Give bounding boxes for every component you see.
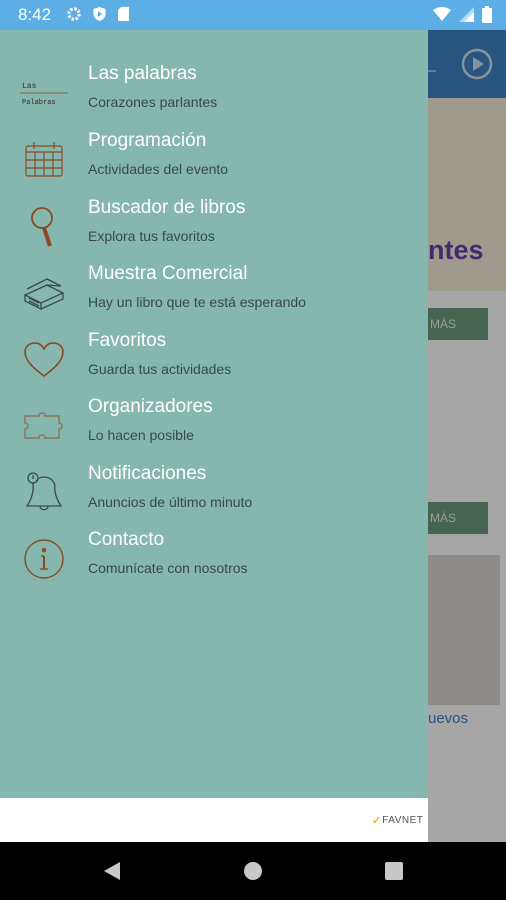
calendar-icon: [18, 134, 70, 186]
puzzle-icon: [18, 400, 70, 452]
info-icon: [18, 533, 70, 585]
logo-line-2: Palabras: [22, 99, 56, 107]
menu-item-buscador-de-libros[interactable]: Buscador de libros Explora tus favoritos: [0, 197, 428, 261]
menu-item-subtitle: Corazones parlantes: [88, 94, 218, 110]
status-bar: 8:42: [0, 0, 506, 30]
logo-check-icon: ✓: [372, 815, 382, 827]
menu-item-title: Las palabras: [88, 63, 197, 84]
logo-line-1: Las: [22, 82, 37, 91]
menu-item-subtitle: Hay un libro que te está esperando: [88, 294, 306, 310]
developer-logo: ✓ FAVNET: [372, 814, 423, 827]
menu-item-las-palabras[interactable]: Las Palabras Las palabras Corazones parl…: [0, 63, 428, 127]
navigation-drawer: Las Palabras Las palabras Corazones parl…: [0, 30, 428, 842]
battery-icon: [482, 6, 492, 28]
menu-item-contacto[interactable]: Contacto Comunícate con nosotros: [0, 529, 428, 593]
shield-icon: [92, 6, 107, 27]
menu-item-subtitle: Actividades del evento: [88, 161, 229, 177]
gear-icon: [66, 6, 82, 27]
bell-icon: [18, 467, 70, 519]
menu-item-title: Organizadores: [88, 396, 213, 417]
menu-item-title: Muestra Comercial: [88, 263, 248, 284]
heart-icon: [18, 334, 70, 386]
recents-button[interactable]: [385, 862, 403, 880]
status-time: 8:42: [18, 5, 52, 24]
developer-logo-text: FAVNET: [382, 815, 424, 826]
menu-item-subtitle: Comunícate con nosotros: [88, 560, 248, 576]
menu-item-title: Programación: [88, 130, 207, 151]
menu-item-organizadores[interactable]: Organizadores Lo hacen posible: [0, 396, 428, 460]
drawer-footer: ✓ FAVNET: [0, 798, 428, 842]
menu-item-subtitle: Explora tus favoritos: [88, 228, 215, 244]
menu-item-title: Buscador de libros: [88, 197, 246, 218]
las-palabras-logo-icon: Las Palabras: [18, 67, 70, 119]
books-icon: [18, 267, 70, 319]
system-nav-bar: [0, 842, 506, 900]
back-button[interactable]: [103, 861, 121, 886]
signal-icon: [459, 7, 474, 27]
menu-item-programacion[interactable]: Programación Actividades del evento: [0, 130, 428, 194]
menu-item-title: Favoritos: [88, 330, 167, 351]
menu-item-title: Notificaciones: [88, 463, 207, 484]
home-button[interactable]: [244, 862, 262, 880]
menu-item-title: Contacto: [88, 529, 165, 550]
wifi-icon: [433, 7, 451, 27]
menu-item-subtitle: Anuncios de último minuto: [88, 494, 253, 510]
menu-item-subtitle: Lo hacen posible: [88, 427, 194, 443]
sd-card-icon: [117, 6, 130, 27]
menu-item-favoritos[interactable]: Favoritos Guarda tus actividades: [0, 330, 428, 394]
menu-item-subtitle: Guarda tus actividades: [88, 361, 232, 377]
menu-item-notificaciones[interactable]: Notificaciones Anuncios de último minuto: [0, 463, 428, 527]
magnifier-icon: [18, 201, 70, 253]
menu-item-muestra-comercial[interactable]: Muestra Comercial Hay un libro que te es…: [0, 263, 428, 327]
